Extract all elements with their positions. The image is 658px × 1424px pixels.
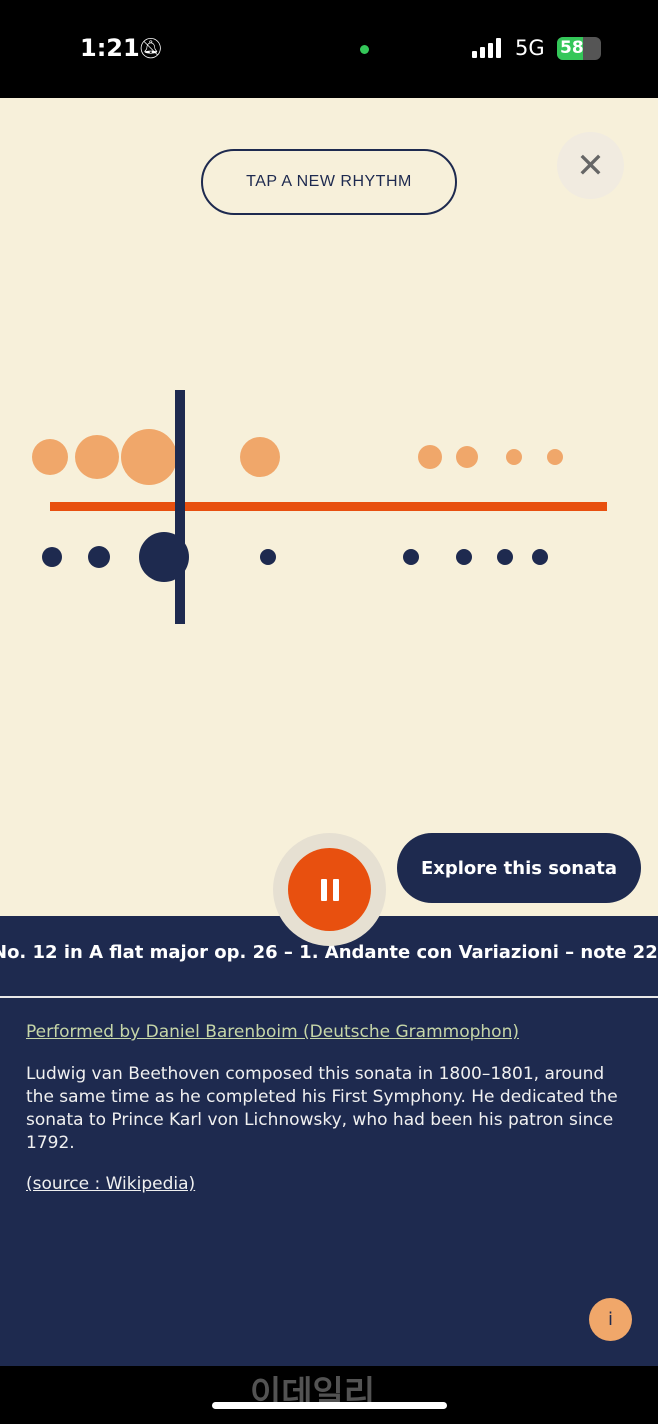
tapped-note bbox=[42, 547, 62, 567]
reference-note bbox=[506, 449, 522, 465]
reference-note bbox=[121, 429, 177, 485]
reference-note bbox=[547, 449, 563, 465]
pause-button[interactable] bbox=[288, 848, 371, 931]
tapped-note bbox=[456, 549, 472, 565]
network-type: 5G bbox=[515, 36, 545, 60]
divider bbox=[0, 996, 658, 998]
rhythm-screen: TAP A NEW RHYTHM ✕ Explore this sonata N… bbox=[0, 98, 658, 1366]
signal-icon bbox=[472, 38, 501, 58]
pause-icon bbox=[332, 878, 339, 901]
battery-level: 58 bbox=[560, 38, 584, 58]
reference-note bbox=[456, 446, 478, 468]
performer-link[interactable]: Performed by Daniel Barenboim (Deutsche … bbox=[26, 1022, 519, 1042]
tapped-note bbox=[403, 549, 419, 565]
tap-new-rhythm-button[interactable]: TAP A NEW RHYTHM bbox=[201, 149, 457, 215]
home-area: 이데일리 bbox=[0, 1366, 658, 1424]
reference-note bbox=[75, 435, 119, 479]
tapped-note bbox=[532, 549, 548, 565]
reference-note bbox=[240, 437, 280, 477]
explore-sonata-button[interactable]: Explore this sonata bbox=[397, 833, 641, 903]
tapped-note bbox=[260, 549, 276, 565]
reference-note bbox=[32, 439, 68, 475]
info-panel: No. 12 in A flat major op. 26 – 1. Andan… bbox=[0, 916, 658, 1366]
tapped-note bbox=[497, 549, 513, 565]
silent-bell-icon: 🔕︎ bbox=[138, 36, 164, 60]
tapped-note bbox=[88, 546, 110, 568]
timeline-line bbox=[50, 502, 607, 511]
close-icon: ✕ bbox=[576, 145, 605, 186]
sonata-description: Ludwig van Beethoven composed this sonat… bbox=[26, 1064, 618, 1153]
battery-icon: 58 bbox=[557, 37, 601, 60]
status-time: 1:21 bbox=[80, 34, 140, 62]
home-indicator[interactable] bbox=[212, 1402, 447, 1409]
close-button[interactable]: ✕ bbox=[557, 132, 624, 199]
source-link[interactable]: (source : Wikipedia) bbox=[26, 1174, 195, 1194]
reference-note bbox=[418, 445, 442, 469]
playhead bbox=[175, 390, 185, 624]
info-button[interactable]: i bbox=[589, 1298, 632, 1341]
status-bar: 1:21 🔕︎ 5G 58 bbox=[0, 0, 658, 98]
camera-indicator-dot bbox=[360, 45, 369, 54]
pause-icon bbox=[320, 878, 327, 901]
